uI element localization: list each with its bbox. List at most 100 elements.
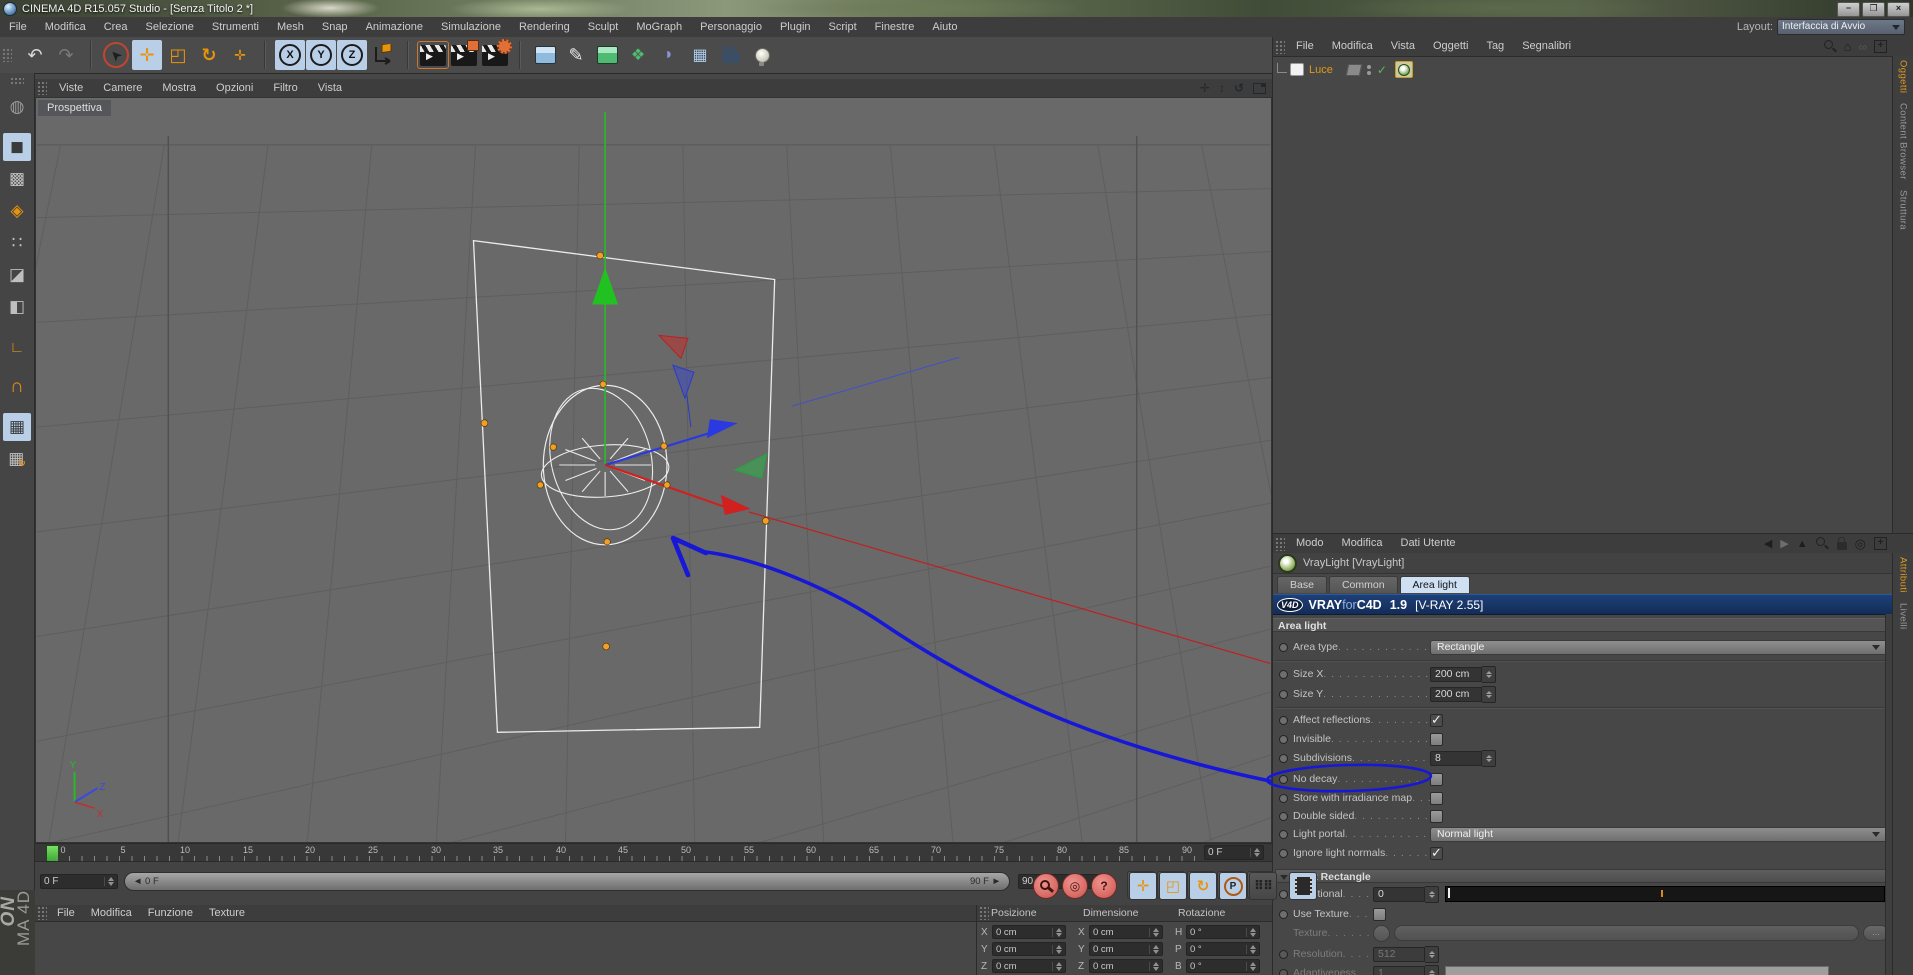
viewport-menu-vista[interactable]: Vista bbox=[308, 79, 352, 97]
viewport-3d[interactable]: Y Z X bbox=[35, 97, 1272, 843]
scrollbar[interactable] bbox=[1885, 614, 1892, 975]
dim-z-field[interactable]: 0 cm bbox=[1089, 959, 1163, 973]
drag-grip-icon[interactable] bbox=[979, 906, 989, 920]
drag-grip-icon[interactable] bbox=[1275, 536, 1285, 551]
store-irradiance-checkbox[interactable] bbox=[1430, 791, 1443, 805]
pos-y-field[interactable]: 0 cm bbox=[992, 942, 1066, 956]
material-menu-texture[interactable]: Texture bbox=[201, 905, 253, 921]
key-scale-button[interactable]: ◰ bbox=[1159, 872, 1187, 900]
drag-grip-icon[interactable] bbox=[37, 81, 47, 95]
workplane-rotate-button[interactable]: ▦ ↻ bbox=[3, 445, 31, 473]
anim-dot-icon[interactable] bbox=[1279, 909, 1288, 919]
texture-mode-button[interactable]: ▩ bbox=[3, 165, 31, 193]
dim-x-field[interactable]: 0 cm bbox=[1089, 925, 1163, 939]
model-mode-button[interactable]: ◼ bbox=[3, 133, 31, 161]
anim-dot-icon[interactable] bbox=[1279, 811, 1288, 821]
viewport-menu-mostra[interactable]: Mostra bbox=[152, 79, 206, 97]
object-name[interactable]: Luce bbox=[1309, 64, 1333, 76]
light-object-icon[interactable] bbox=[1290, 63, 1304, 76]
key-parameter-button[interactable]: P bbox=[1219, 872, 1247, 900]
points-mode-button[interactable]: ∷ bbox=[3, 229, 31, 257]
area-type-dropdown[interactable]: Rectangle bbox=[1430, 639, 1887, 655]
pan-view-icon[interactable]: ✛ bbox=[1200, 79, 1210, 97]
om-menu-vista[interactable]: Vista bbox=[1382, 37, 1424, 56]
spinner-arrows[interactable] bbox=[1482, 749, 1496, 767]
menu-file[interactable]: File bbox=[0, 17, 36, 37]
material-menu-file[interactable]: File bbox=[49, 905, 83, 921]
keyframe-selection-button[interactable] bbox=[1289, 872, 1317, 900]
move-tool-button[interactable]: ✛ bbox=[132, 40, 162, 70]
menu-snap[interactable]: Snap bbox=[313, 17, 357, 37]
ignore-light-normals-checkbox[interactable] bbox=[1430, 845, 1443, 861]
polygons-mode-button[interactable]: ◧ bbox=[3, 293, 31, 321]
workplane-mode-button[interactable]: ◈ bbox=[3, 197, 31, 225]
enabled-check-icon[interactable]: ✓ bbox=[1377, 63, 1387, 77]
visibility-dots-icon[interactable] bbox=[1366, 64, 1371, 75]
texture-path-field[interactable] bbox=[1394, 925, 1859, 941]
render-picture-viewer-button[interactable] bbox=[449, 40, 479, 68]
keyframe-help-button[interactable]: ? bbox=[1091, 873, 1117, 899]
use-texture-checkbox[interactable] bbox=[1373, 907, 1386, 921]
anim-dot-icon[interactable] bbox=[1279, 669, 1288, 679]
am-menu-modifica[interactable]: Modifica bbox=[1333, 534, 1392, 553]
redo-button[interactable]: ↷ bbox=[51, 40, 81, 70]
anim-dot-icon[interactable] bbox=[1279, 774, 1288, 784]
size-x-field[interactable]: 200 cm bbox=[1430, 666, 1482, 682]
drag-grip-icon[interactable] bbox=[37, 906, 47, 920]
spinner-arrows[interactable] bbox=[1482, 685, 1496, 703]
om-menu-oggetti[interactable]: Oggetti bbox=[1424, 37, 1477, 56]
lock-z-axis-button[interactable]: Z bbox=[337, 40, 367, 70]
menu-crea[interactable]: Crea bbox=[95, 17, 137, 37]
anim-dot-icon[interactable] bbox=[1279, 949, 1288, 959]
affect-reflections-checkbox[interactable] bbox=[1430, 712, 1443, 728]
render-view-button[interactable] bbox=[417, 41, 449, 69]
lock-icon[interactable] bbox=[1836, 537, 1847, 550]
menu-personaggio[interactable]: Personaggio bbox=[691, 17, 771, 37]
timeline-ruler[interactable]: 0 5 10 15 20 25 30 35 40 45 50 55 60 65 … bbox=[35, 843, 1272, 863]
spinner-arrows[interactable] bbox=[1425, 964, 1439, 975]
light-portal-dropdown[interactable]: Normal light bbox=[1430, 826, 1887, 842]
menu-sculpt[interactable]: Sculpt bbox=[579, 17, 628, 37]
om-menu-tag[interactable]: Tag bbox=[1477, 37, 1513, 56]
dim-y-field[interactable]: 0 cm bbox=[1089, 942, 1163, 956]
menu-finestre[interactable]: Finestre bbox=[866, 17, 924, 37]
spinner-arrows[interactable] bbox=[1425, 945, 1439, 963]
menu-selezione[interactable]: Selezione bbox=[137, 17, 203, 37]
anim-dot-icon[interactable] bbox=[1279, 689, 1288, 699]
double-sided-checkbox[interactable] bbox=[1430, 809, 1443, 823]
add-deformer-button[interactable]: ◗ bbox=[654, 40, 684, 70]
maximize-button[interactable]: ❐ bbox=[1862, 2, 1885, 17]
key-rotation-button[interactable]: ↻ bbox=[1189, 872, 1217, 900]
tab-struttura[interactable]: Struttura bbox=[1898, 190, 1909, 230]
light-rectangle-section[interactable]: Light Rectangle bbox=[1275, 869, 1891, 883]
material-menu-funzione[interactable]: Funzione bbox=[140, 905, 201, 921]
tab-common[interactable]: Common bbox=[1328, 576, 1398, 593]
object-tree-row[interactable]: Luce ✓ bbox=[1277, 61, 1413, 78]
history-forward-icon[interactable]: ▶ bbox=[1780, 537, 1788, 550]
menu-script[interactable]: Script bbox=[820, 17, 866, 37]
tab-attributi[interactable]: Attributi bbox=[1898, 557, 1909, 593]
tab-content-browser[interactable]: Content Browser bbox=[1898, 103, 1909, 180]
menu-plugin[interactable]: Plugin bbox=[771, 17, 820, 37]
menu-mograph[interactable]: MoGraph bbox=[627, 17, 691, 37]
last-tool-button[interactable]: ✛ bbox=[225, 40, 255, 70]
om-menu-segnalibri[interactable]: Segnalibri bbox=[1513, 37, 1580, 56]
current-frame-field[interactable]: 0 F bbox=[1204, 845, 1264, 860]
menu-rendering[interactable]: Rendering bbox=[510, 17, 579, 37]
cursor-arrow-icon[interactable]: ▲ bbox=[1797, 538, 1808, 550]
make-editable-button[interactable]: ◍ bbox=[3, 93, 31, 121]
menu-mesh[interactable]: Mesh bbox=[268, 17, 313, 37]
no-decay-checkbox[interactable] bbox=[1430, 772, 1443, 786]
timeline-range-slider[interactable]: ◄ 0 F 90 F ► bbox=[124, 872, 1010, 891]
search-icon[interactable] bbox=[1815, 537, 1829, 550]
directional-slider[interactable] bbox=[1445, 886, 1885, 902]
scale-tool-button[interactable]: ◰ bbox=[163, 40, 193, 70]
lock-y-axis-button[interactable]: Y bbox=[306, 40, 336, 70]
add-environment-button[interactable]: ▦ bbox=[685, 40, 715, 70]
menu-modifica[interactable]: Modifica bbox=[36, 17, 95, 37]
key-pla-button[interactable]: ⠿⠿ bbox=[1249, 872, 1277, 900]
tab-oggetti[interactable]: Oggetti bbox=[1898, 60, 1909, 93]
undo-button[interactable]: ↶ bbox=[20, 40, 50, 70]
subdivisions-field[interactable]: 8 bbox=[1430, 750, 1482, 766]
render-settings-button[interactable] bbox=[480, 39, 512, 68]
